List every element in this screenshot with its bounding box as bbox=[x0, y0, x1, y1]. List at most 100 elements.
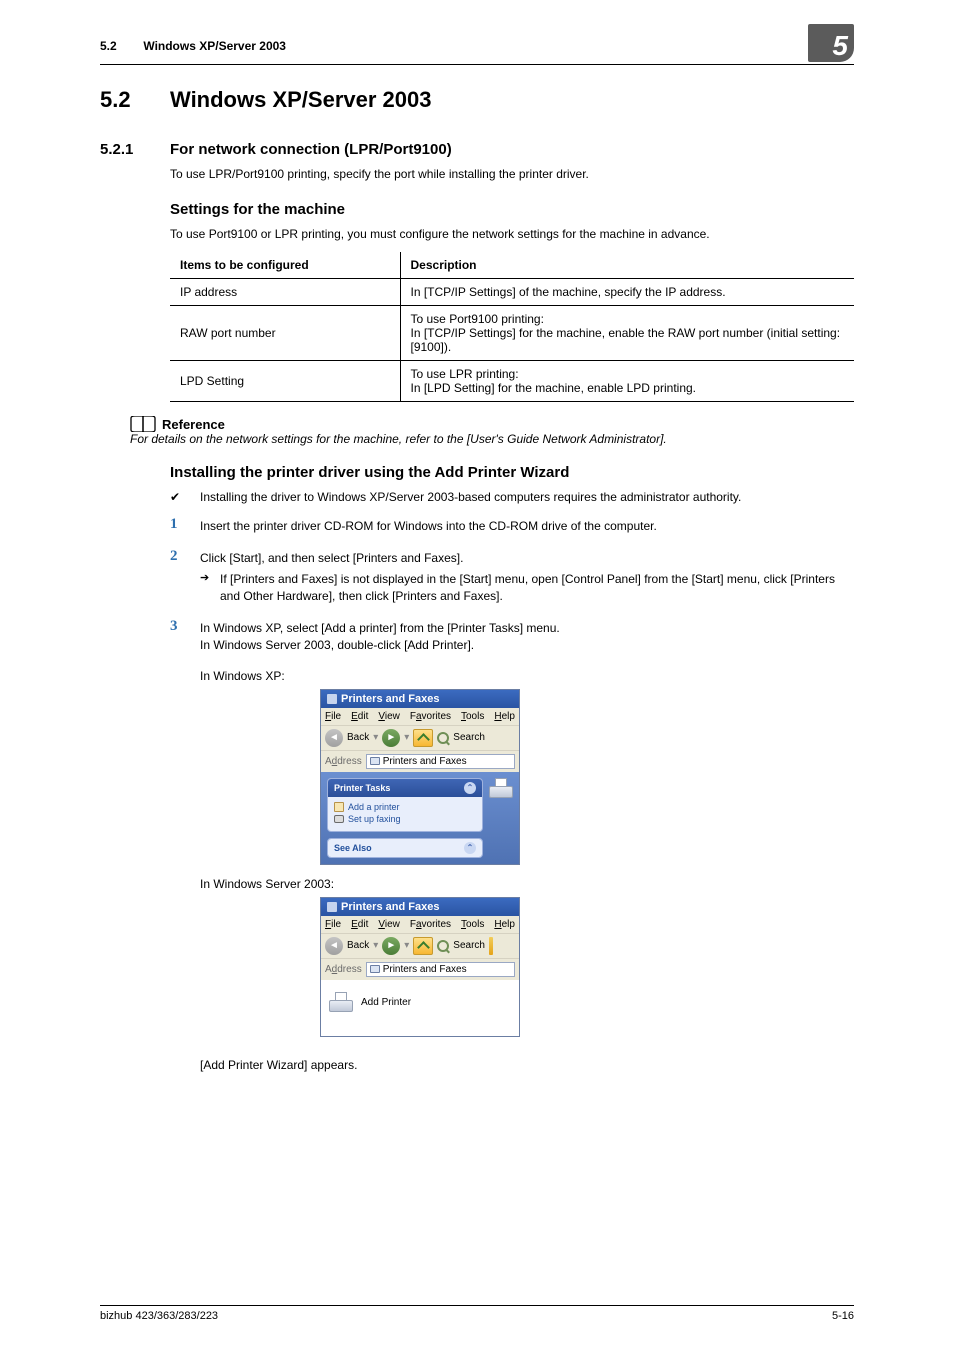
h3-number: 5.2.1 bbox=[100, 141, 170, 158]
back-button[interactable]: ◄ bbox=[325, 937, 343, 955]
header-section-title: Windows XP/Server 2003 bbox=[143, 39, 286, 53]
printer-icon bbox=[327, 694, 337, 704]
tasks-pane: Printer Tasks ⌃ Add a printer bbox=[321, 772, 519, 864]
menu-edit[interactable]: Edit bbox=[351, 711, 368, 722]
printer-icon bbox=[370, 965, 380, 973]
printer-icon bbox=[327, 902, 337, 912]
reference-label: Reference bbox=[162, 417, 225, 432]
h3-title: 5.2.1For network connection (LPR/Port910… bbox=[100, 141, 854, 158]
table-row: RAW port number To use Port9100 printing… bbox=[170, 305, 854, 360]
check-item: Installing the driver to Windows XP/Serv… bbox=[170, 489, 854, 506]
menu-help[interactable]: Help bbox=[494, 919, 515, 930]
separator: ▾ bbox=[373, 732, 378, 743]
step-item: 2 Click [Start], and then select [Printe… bbox=[170, 550, 854, 606]
folders-icon[interactable] bbox=[489, 937, 493, 955]
step-number: 2 bbox=[170, 548, 178, 565]
screenshot-server2003: Printers and Faxes File Edit View Favori… bbox=[320, 897, 520, 1037]
toolbar: ◄ Back ▾ ► ▾ Search bbox=[321, 933, 519, 958]
step-item: 1 Insert the printer driver CD-ROM for W… bbox=[170, 518, 854, 535]
task-label: Add a printer bbox=[348, 802, 400, 812]
step-item: 3 In Windows XP, select [Add a printer] … bbox=[170, 620, 854, 1074]
window-titlebar: Printers and Faxes bbox=[321, 898, 519, 916]
footer-model: bizhub 423/363/283/223 bbox=[100, 1310, 218, 1322]
table-header-desc: Description bbox=[400, 252, 854, 279]
h4-install: Installing the printer driver using the … bbox=[170, 464, 854, 481]
table-header-items: Items to be configured bbox=[170, 252, 400, 279]
reference-text: For details on the network settings for … bbox=[130, 432, 854, 446]
sublabel-xp: In Windows XP: bbox=[200, 669, 854, 683]
task-add-printer[interactable]: Add a printer bbox=[334, 801, 476, 813]
window-titlebar: Printers and Faxes bbox=[321, 690, 519, 708]
h2-number: 5.2 bbox=[100, 87, 170, 113]
window-title: Printers and Faxes bbox=[341, 901, 439, 913]
up-folder-icon[interactable] bbox=[413, 729, 433, 747]
footer-page: 5-16 bbox=[832, 1310, 854, 1322]
forward-button[interactable]: ► bbox=[382, 937, 400, 955]
menu-view[interactable]: View bbox=[378, 919, 400, 930]
chapter-badge: 5 bbox=[808, 24, 854, 62]
table-cell: To use LPR printing: In [LPD Setting] fo… bbox=[400, 360, 854, 401]
address-field[interactable]: Printers and Faxes bbox=[366, 754, 515, 769]
menu-favorites[interactable]: Favorites bbox=[410, 711, 451, 722]
address-label: Address bbox=[325, 964, 362, 975]
step-number: 3 bbox=[170, 618, 178, 635]
address-bar: Address Printers and Faxes bbox=[321, 750, 519, 772]
menu-tools[interactable]: Tools bbox=[461, 919, 484, 930]
table-row: LPD Setting To use LPR printing: In [LPD… bbox=[170, 360, 854, 401]
sublabel-2003: In Windows Server 2003: bbox=[200, 877, 854, 891]
table-cell: RAW port number bbox=[170, 305, 400, 360]
task-setup-faxing[interactable]: Set up faxing bbox=[334, 813, 476, 825]
menu-tools[interactable]: Tools bbox=[461, 711, 484, 722]
back-label: Back bbox=[347, 940, 369, 951]
menu-bar: File Edit View Favorites Tools Help bbox=[321, 708, 519, 725]
toolbar: ◄ Back ▾ ► ▾ Search bbox=[321, 725, 519, 750]
collapse-icon[interactable]: ⌃ bbox=[464, 782, 476, 794]
back-button[interactable]: ◄ bbox=[325, 729, 343, 747]
table-cell: LPD Setting bbox=[170, 360, 400, 401]
search-icon[interactable] bbox=[437, 732, 449, 744]
table-cell: In [TCP/IP Settings] of the machine, spe… bbox=[400, 278, 854, 305]
step-subtext: If [Printers and Faxes] is not displayed… bbox=[200, 571, 854, 606]
step-number: 1 bbox=[170, 516, 178, 533]
table-cell: IP address bbox=[170, 278, 400, 305]
address-field[interactable]: Printers and Faxes bbox=[366, 962, 515, 977]
intro-paragraph: To use LPR/Port9100 printing, specify th… bbox=[170, 166, 854, 183]
book-icon bbox=[130, 416, 156, 432]
menu-view[interactable]: View bbox=[378, 711, 400, 722]
search-label: Search bbox=[453, 940, 485, 951]
running-header: 5.2 Windows XP/Server 2003 bbox=[100, 39, 286, 53]
screenshot-xp: Printers and Faxes File Edit View Favori… bbox=[320, 689, 520, 865]
collapse-icon[interactable]: ⌃ bbox=[464, 842, 476, 854]
add-printer-icon[interactable] bbox=[329, 992, 353, 1014]
result-text: [Add Printer Wizard] appears. bbox=[200, 1057, 854, 1074]
separator: ▾ bbox=[404, 940, 409, 951]
forward-button[interactable]: ► bbox=[382, 729, 400, 747]
separator: ▾ bbox=[373, 940, 378, 951]
menu-edit[interactable]: Edit bbox=[351, 919, 368, 930]
panel-title: Printer Tasks bbox=[334, 783, 390, 793]
config-table: Items to be configured Description IP ad… bbox=[170, 252, 854, 402]
step-text: Click [Start], and then select [Printers… bbox=[200, 550, 854, 567]
window-title: Printers and Faxes bbox=[341, 693, 439, 705]
menu-help[interactable]: Help bbox=[494, 711, 515, 722]
fax-icon bbox=[334, 815, 344, 823]
printer-large-icon[interactable] bbox=[489, 778, 513, 800]
add-printer-label[interactable]: Add Printer bbox=[361, 997, 411, 1008]
menu-file[interactable]: File bbox=[325, 711, 341, 722]
address-label: Address bbox=[325, 756, 362, 767]
back-label: Back bbox=[347, 732, 369, 743]
page-footer: bizhub 423/363/283/223 5-16 bbox=[100, 1305, 854, 1322]
up-folder-icon[interactable] bbox=[413, 937, 433, 955]
menu-file[interactable]: File bbox=[325, 919, 341, 930]
table-row: IP address In [TCP/IP Settings] of the m… bbox=[170, 278, 854, 305]
step-text: In Windows XP, select [Add a printer] fr… bbox=[200, 620, 854, 655]
header-section-number: 5.2 bbox=[100, 39, 140, 53]
menu-favorites[interactable]: Favorites bbox=[410, 919, 451, 930]
settings-intro: To use Port9100 or LPR printing, you mus… bbox=[170, 226, 854, 243]
task-label: Set up faxing bbox=[348, 814, 401, 824]
search-label: Search bbox=[453, 732, 485, 743]
search-icon[interactable] bbox=[437, 940, 449, 952]
panel-title: See Also bbox=[334, 843, 372, 853]
step-text: Insert the printer driver CD-ROM for Win… bbox=[200, 518, 854, 535]
add-printer-icon bbox=[334, 802, 344, 812]
